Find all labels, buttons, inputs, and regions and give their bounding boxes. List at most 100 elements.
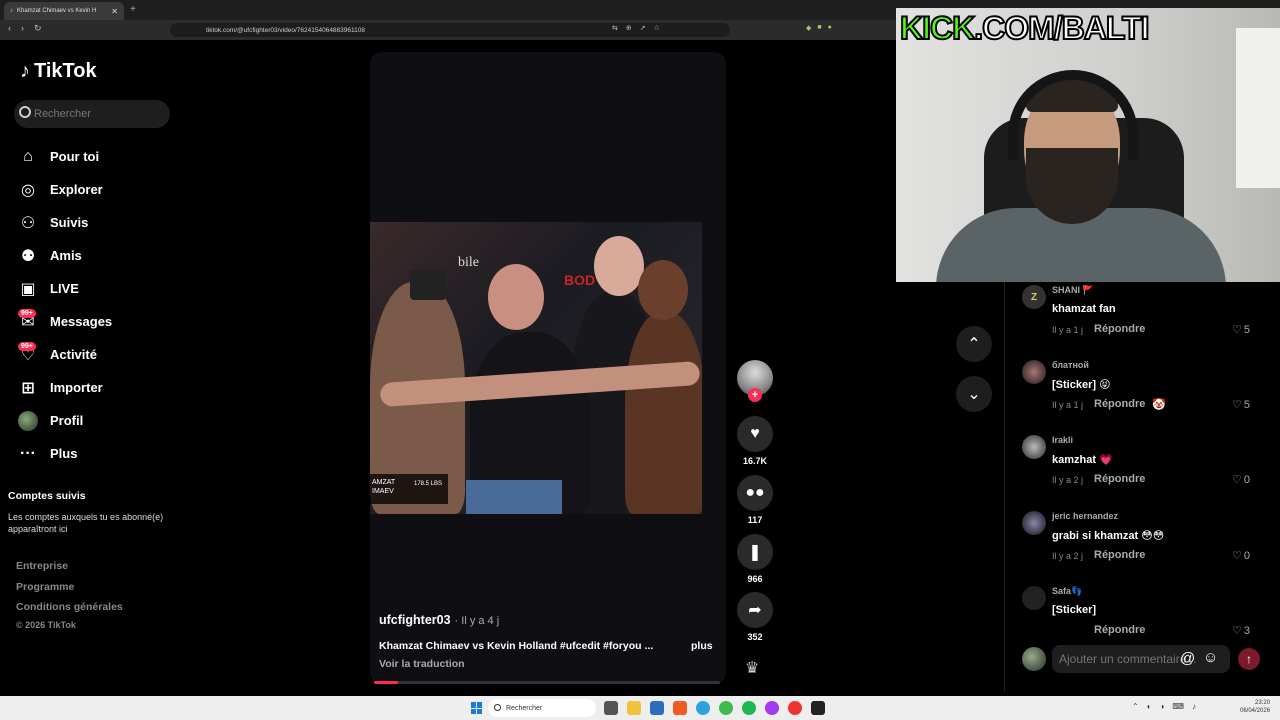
back-icon[interactable]: ‹	[8, 23, 11, 34]
volume-icon[interactable]: ♪	[1192, 702, 1196, 711]
sidebar-item-messages[interactable]: ✉ 99+ Messages	[18, 305, 112, 338]
commenter-avatar[interactable]	[1022, 586, 1046, 610]
next-video-button[interactable]: ⌄	[956, 376, 992, 412]
emoji-icon[interactable]: ☺	[1203, 649, 1218, 666]
following-icon: ⚇	[20, 214, 36, 232]
see-translation-link[interactable]: Voir la traduction	[379, 658, 465, 670]
commenter-name[interactable]: Safa👣	[1052, 586, 1082, 597]
follow-plus-icon[interactable]: +	[748, 388, 762, 402]
comment-like-button[interactable]: ♡ 0	[1232, 473, 1250, 487]
heart-icon[interactable]: ♥	[737, 416, 773, 452]
sidebar-item-amis[interactable]: ⚉ Amis	[18, 239, 112, 272]
windows-start-icon[interactable]	[471, 702, 483, 714]
comment-like-button[interactable]: ♡ 5	[1232, 323, 1250, 337]
sidebar-item-plus[interactable]: ··· Plus	[18, 437, 112, 470]
previous-video-button[interactable]: ⌃	[956, 326, 992, 362]
sidebar-item-label: Explorer	[50, 182, 103, 197]
comment-like-button[interactable]: ♡ 3	[1232, 624, 1250, 637]
reply-button[interactable]: Répondre	[1094, 549, 1145, 561]
file-explorer-icon[interactable]	[627, 701, 641, 715]
network-icon[interactable]: ⌨	[1172, 702, 1184, 711]
telegram-icon[interactable]	[696, 701, 710, 715]
sidebar-item-importer[interactable]: ⊞ Importer	[18, 371, 112, 404]
commenter-name[interactable]: Irakli	[1052, 435, 1073, 445]
close-tab-icon[interactable]: ✕	[111, 7, 118, 16]
video-figure-head	[488, 264, 544, 330]
tray-app-icon[interactable]: ◑	[1160, 702, 1165, 711]
spotify-icon[interactable]	[742, 701, 756, 715]
share-arrow-icon[interactable]: ➦	[737, 592, 773, 628]
reload-icon[interactable]: ↻	[34, 23, 42, 34]
share-count: 352	[747, 632, 763, 642]
video-progress-bar[interactable]	[374, 681, 720, 684]
sidebar-item-profil[interactable]: Profil	[18, 404, 112, 437]
sidebar-item-label: Activité	[50, 347, 97, 362]
share-icon[interactable]: ↗	[640, 24, 646, 32]
comment-text: [Sticker]	[1052, 604, 1097, 616]
commenter-avatar[interactable]	[1022, 435, 1046, 459]
clock-date: 06/04/2026	[1240, 708, 1271, 714]
tab-title: Khamzat Chimaev vs Kevin H	[17, 8, 97, 14]
commenter-name[interactable]: блатной	[1052, 360, 1089, 370]
tiktok-logo[interactable]: ♪ TikTok	[20, 60, 97, 83]
video-author[interactable]: ufcfighter03 · Il y a 4 j	[379, 613, 499, 627]
bookmark-star-icon[interactable]: ☆	[654, 24, 660, 32]
translate-icon[interactable]: ⇆	[612, 24, 618, 32]
extension-icon[interactable]: ●	[828, 24, 832, 32]
commenter-avatar[interactable]	[1022, 360, 1046, 384]
chevron-up-icon: ⌃	[967, 336, 981, 353]
kick-channel-banner: KICK.COM/BALTI	[899, 8, 1150, 48]
taskbar-search[interactable]: Rechercher	[488, 699, 596, 717]
send-comment-button[interactable]: ↑	[1238, 648, 1260, 670]
author-name[interactable]: ufcfighter03	[379, 613, 451, 627]
comment-like-button[interactable]: ♡ 5	[1232, 398, 1250, 412]
whatsapp-icon[interactable]	[719, 701, 733, 715]
activity-icon: ♡ 99+	[18, 341, 38, 365]
sidebar-nav: ⌂ Pour toi ◎ Explorer ⚇ Suivis ⚉ Amis ▣ …	[18, 140, 112, 470]
search-input[interactable]: Rechercher	[14, 100, 170, 128]
heart-outline-icon: ♡	[1232, 399, 1242, 411]
commenter-name[interactable]: SHANI 🚩	[1052, 285, 1094, 296]
video-camera-shape	[410, 270, 446, 300]
comment-item: Safa👣 [Sticker] Répondre ♡ 3	[1022, 586, 1262, 636]
sidebar-item-live[interactable]: ▣ LIVE	[18, 272, 112, 305]
bookmark-icon[interactable]: ❚	[737, 534, 773, 570]
calculator-icon[interactable]	[650, 701, 664, 715]
reply-button[interactable]: Répondre	[1094, 398, 1145, 410]
new-tab-icon[interactable]: +	[130, 4, 136, 15]
mention-icon[interactable]: @	[1180, 650, 1195, 667]
browser-tab[interactable]: ♪ Khamzat Chimaev vs Kevin H ✕	[4, 2, 124, 20]
taskbar-clock[interactable]: 23:20 06/04/2026	[1240, 699, 1270, 715]
sidebar-item-pour-toi[interactable]: ⌂ Pour toi	[18, 140, 112, 173]
messenger-icon[interactable]	[765, 701, 779, 715]
tray-chevron-icon[interactable]: ⌃	[1132, 702, 1139, 711]
reply-button[interactable]: Répondre	[1094, 323, 1145, 335]
extension-icon[interactable]: ◆	[806, 24, 811, 32]
tray-app-icon[interactable]: ◐	[1147, 702, 1152, 711]
task-view-icon[interactable]	[604, 701, 618, 715]
sidebar-item-explorer[interactable]: ◎ Explorer	[18, 173, 112, 206]
forward-icon[interactable]: ›	[21, 23, 24, 34]
chevron-down-icon: ⌄	[967, 386, 981, 403]
commenter-name[interactable]: jeric hernandez	[1052, 511, 1118, 521]
music-disc-icon[interactable]: ♛	[745, 658, 759, 678]
comment-like-button[interactable]: ♡ 0	[1232, 549, 1250, 563]
video-player[interactable]: bile BOD AMZAT IMAEV 178.5 LBS	[370, 52, 726, 684]
footer-link-entreprise[interactable]: Entreprise	[16, 560, 123, 581]
commenter-avatar[interactable]: Z	[1022, 285, 1046, 309]
brave-icon[interactable]	[673, 701, 687, 715]
comment-icon[interactable]: ●●	[737, 475, 773, 511]
reply-button[interactable]: Répondre	[1094, 624, 1145, 636]
commenter-avatar[interactable]	[1022, 511, 1046, 535]
description-more-button[interactable]: plus	[691, 640, 713, 652]
footer-link-programme[interactable]: Programme	[16, 581, 123, 602]
notion-icon[interactable]	[811, 701, 825, 715]
sidebar-item-suivis[interactable]: ⚇ Suivis	[18, 206, 112, 239]
zoom-icon[interactable]: ⊕	[626, 24, 632, 32]
reply-button[interactable]: Répondre	[1094, 473, 1145, 485]
comment-action: ●● 117	[737, 475, 773, 525]
chrome-icon[interactable]	[788, 701, 802, 715]
footer-link-conditions[interactable]: Conditions générales	[16, 601, 123, 622]
sidebar-item-activite[interactable]: ♡ 99+ Activité	[18, 338, 112, 371]
extension-icon[interactable]: ■	[817, 24, 821, 32]
